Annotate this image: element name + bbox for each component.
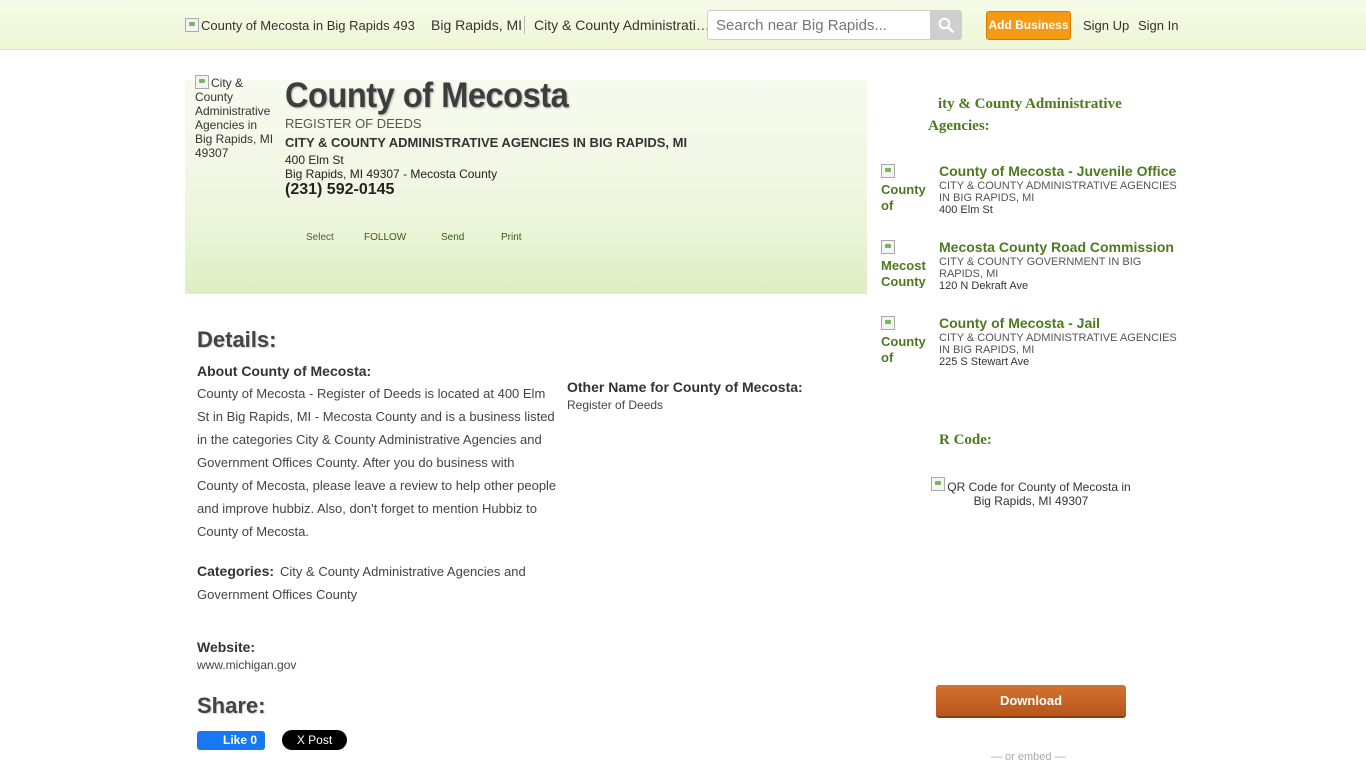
nearby-thumbnail-alt: County of — [881, 182, 926, 212]
follow-button[interactable]: FOLLOW — [364, 232, 406, 243]
nearby-item-address: 400 Elm St — [939, 204, 993, 216]
other-name-label: Other Name for County of Mecosta: — [567, 379, 803, 395]
broken-image-icon — [931, 477, 946, 491]
business-image: City & County Administrative Agencies in… — [195, 75, 275, 160]
categories-label: Categories: — [197, 563, 275, 579]
qr-code-heading: R Code: — [939, 432, 992, 448]
broken-image-icon — [195, 75, 209, 89]
about-label: About County of Mecosta: — [197, 363, 372, 379]
website-label: Website: — [197, 639, 256, 655]
about-text: County of Mecosta - Register of Deeds is… — [197, 386, 557, 539]
nearby-item-address: 120 N Dekraft Ave — [939, 280, 1029, 292]
site-logo-alt-text: County of Mecosta in Big Rapids 49307 — [201, 17, 415, 33]
nearby-item-title[interactable]: County of Mecosta - Jail — [939, 315, 1100, 331]
nearby-thumbnail-alt: Mecost County — [881, 258, 926, 288]
nearby-item-category: CITY & COUNTY GOVERNMENT IN BIG RAPIDS, … — [939, 256, 1142, 280]
nearby-item-address: 225 S Stewart Ave — [939, 356, 1030, 368]
nearby-heading-line2: Agencies: — [928, 118, 990, 134]
phone-number[interactable]: (231) 592-0145 — [285, 181, 394, 199]
address-city: Big Rapids, MI 49307 - Mecosta County — [285, 167, 498, 181]
or-embed-text: — or embed — — [991, 751, 1066, 763]
nearby-item-category: CITY & COUNTY ADMINISTRATIVE AGENCIES IN… — [939, 332, 1177, 356]
qr-code-image: QR Code for County of Mecosta in Big Rap… — [931, 477, 1131, 508]
facebook-like-button[interactable]: Like 0 — [197, 731, 265, 750]
x-post-button[interactable]: X Post — [282, 730, 347, 750]
breadcrumb-category[interactable]: City & County Administrati… — [534, 17, 710, 33]
nearby-thumbnail[interactable]: Mecost County — [881, 240, 933, 288]
breadcrumb-divider — [524, 16, 525, 34]
search-input[interactable] — [707, 10, 931, 40]
share-heading: Share: — [197, 693, 266, 718]
broken-image-icon — [881, 240, 895, 254]
sign-in-link[interactable]: Sign In — [1138, 18, 1178, 33]
nearby-item-title[interactable]: County of Mecosta - Juvenile Office — [939, 163, 1176, 179]
address-street: 400 Elm St — [285, 153, 344, 167]
site-logo[interactable]: County of Mecosta in Big Rapids 49307 — [185, 16, 415, 34]
nearby-thumbnail-alt: County of — [881, 334, 926, 364]
send-button[interactable]: Send — [441, 232, 464, 243]
nearby-item-title[interactable]: Mecosta County Road Commission — [939, 239, 1174, 255]
qr-code-alt-text: QR Code for County of Mecosta in Big Rap… — [947, 480, 1131, 508]
search-icon — [938, 17, 954, 33]
search-button[interactable] — [930, 10, 962, 40]
download-button[interactable]: Download — [936, 685, 1126, 718]
breadcrumb-city[interactable]: Big Rapids, MI — [431, 17, 522, 33]
website-link[interactable]: www.michigan.gov — [197, 658, 296, 672]
broken-image-icon — [881, 316, 895, 330]
add-business-button[interactable]: Add Business — [986, 11, 1071, 40]
business-category-line[interactable]: CITY & COUNTY ADMINISTRATIVE AGENCIES IN… — [285, 135, 687, 150]
nearby-thumbnail[interactable]: County of — [881, 316, 933, 364]
broken-image-icon — [881, 164, 895, 178]
broken-image-icon — [185, 18, 199, 32]
details-heading: Details: — [197, 327, 277, 352]
nearby-heading: ity & County Administrative — [938, 96, 1122, 112]
nearby-thumbnail[interactable]: County of — [881, 164, 933, 212]
categories-section: Categories: City & County Administrative … — [197, 560, 557, 606]
other-name-value: Register of Deeds — [567, 398, 664, 412]
business-subtitle: REGISTER OF DEEDS — [285, 116, 422, 131]
page-title: County of Mecosta — [285, 76, 569, 115]
sign-up-link[interactable]: Sign Up — [1083, 18, 1129, 33]
nearby-item-category: CITY & COUNTY ADMINISTRATIVE AGENCIES IN… — [939, 180, 1177, 204]
select-button[interactable]: Select — [306, 232, 334, 243]
print-button[interactable]: Print — [501, 232, 522, 243]
